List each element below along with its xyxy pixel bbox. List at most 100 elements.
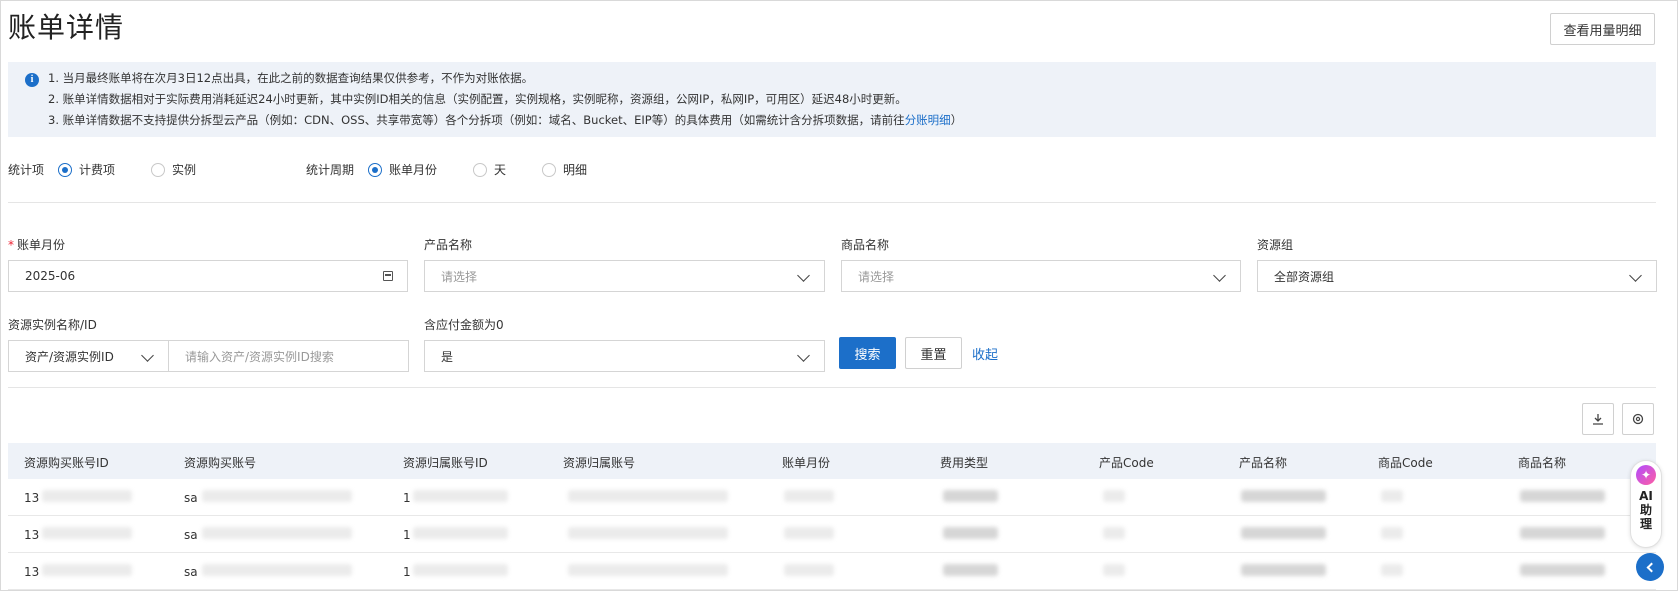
buyer-account-cell: sa: [184, 528, 198, 542]
radio-dot-checked[interactable]: [58, 162, 73, 177]
redacted-text: [1520, 490, 1605, 502]
column-header[interactable]: 资源购买账号ID: [24, 454, 109, 471]
divider: [8, 387, 1656, 388]
calendar-icon[interactable]: [383, 271, 393, 281]
buyer-id-cell: 13: [24, 565, 40, 579]
owner-id-cell: 1: [403, 491, 411, 505]
notice-line-3: 3. 账单详情数据不支持提供分拆型云产品（例如：CDN、OSS、共享带宽等）各个…: [48, 112, 962, 128]
resource-group-select[interactable]: 全部资源组: [1257, 260, 1657, 292]
commodity-name-select[interactable]: 请选择: [841, 260, 1241, 292]
radio-dot-checked[interactable]: [368, 162, 383, 177]
bill-month-picker[interactable]: 2025-06: [8, 260, 408, 292]
stat-item-label: 统计项: [8, 163, 45, 177]
zero-amount-label: 含应付金额为0: [424, 318, 504, 332]
ai-assistant-button[interactable]: ✦ AI助理: [1630, 460, 1662, 548]
redacted-text: [1103, 527, 1125, 539]
column-header[interactable]: 商品名称: [1518, 454, 1566, 471]
table-header: 资源购买账号ID 资源购买账号 资源归属账号ID 资源归属账号 账单月份 费用类…: [8, 443, 1656, 479]
instance-search-input[interactable]: 请输入资产/资源实例ID搜索: [168, 340, 409, 372]
buyer-id-cell: 13: [24, 491, 40, 505]
redacted-text: [1103, 564, 1125, 576]
column-header[interactable]: 商品Code: [1378, 454, 1433, 471]
radio-label: 账单月份: [389, 163, 438, 177]
redacted-text: [1241, 527, 1326, 539]
redacted-text: [1520, 564, 1605, 576]
required-mark: *: [8, 238, 14, 252]
owner-id-cell: 1: [403, 565, 411, 579]
instance-type-select[interactable]: 资产/资源实例ID: [8, 340, 169, 372]
column-header[interactable]: 费用类型: [940, 454, 988, 471]
redacted-text: [202, 527, 352, 539]
collapse-panel-button[interactable]: [1636, 553, 1664, 581]
column-header[interactable]: 资源归属账号: [563, 454, 635, 471]
redacted-text: [1381, 490, 1403, 502]
redacted-text: [784, 490, 834, 502]
redacted-text: [784, 527, 834, 539]
divider: [8, 202, 1656, 203]
collapse-link[interactable]: 收起: [972, 344, 998, 363]
redacted-text: [413, 527, 508, 539]
radio-bill-month[interactable]: 账单月份: [368, 161, 437, 178]
product-name-label: 产品名称: [424, 238, 473, 252]
stat-item-group: 统计项 计费项 实例: [8, 161, 232, 178]
radio-dot[interactable]: [151, 162, 166, 177]
radio-label: 计费项: [79, 163, 116, 177]
table-row[interactable]: 13 sa 1: [8, 553, 1656, 590]
commodity-name-placeholder: 请选择: [858, 269, 895, 284]
redacted-text: [42, 564, 132, 576]
radio-dot[interactable]: [473, 162, 488, 177]
table-row[interactable]: 13 sa 1: [8, 479, 1656, 516]
column-header[interactable]: 产品名称: [1239, 454, 1287, 471]
radio-day[interactable]: 天: [473, 161, 506, 178]
column-header[interactable]: 资源购买账号: [184, 454, 256, 471]
zero-amount-select[interactable]: 是: [424, 340, 825, 372]
notice-box: i 1. 当月最终账单将在次月3日12点出具，在此之前的数据查询结果仅供参考，不…: [8, 62, 1656, 137]
redacted-text: [202, 490, 352, 502]
bill-month-label: * 账单月份: [8, 236, 65, 253]
commodity-name-label: 商品名称: [841, 238, 890, 252]
column-settings-button[interactable]: [1622, 403, 1654, 435]
column-header[interactable]: 产品Code: [1099, 454, 1154, 471]
redacted-text: [1520, 527, 1605, 539]
notice-line-2: 2. 账单详情数据相对于实际费用消耗延迟24小时更新，其中实例ID相关的信息（实…: [48, 92, 907, 106]
download-button[interactable]: [1582, 403, 1614, 435]
radio-instance[interactable]: 实例: [151, 161, 196, 178]
redacted-text: [202, 564, 352, 576]
redacted-text: [413, 490, 508, 502]
bill-table: 资源购买账号ID 资源购买账号 资源归属账号ID 资源归属账号 账单月份 费用类…: [8, 443, 1656, 590]
notice-line-3-end: ）: [950, 113, 963, 127]
redacted-text: [943, 490, 998, 502]
redacted-text: [42, 527, 132, 539]
chevron-down-icon: [797, 349, 810, 362]
radio-dot[interactable]: [542, 162, 557, 177]
redacted-text: [943, 564, 998, 576]
redacted-text: [413, 564, 508, 576]
instance-label: 资源实例名称/ID: [8, 318, 97, 332]
column-header[interactable]: 资源归属账号ID: [403, 454, 488, 471]
product-name-placeholder: 请选择: [441, 269, 478, 284]
page-title: 账单详情: [8, 11, 125, 44]
reset-button[interactable]: 重置: [905, 337, 962, 369]
download-icon: [1593, 414, 1603, 425]
table-row[interactable]: 13 sa 1: [8, 516, 1656, 553]
owner-id-cell: 1: [403, 528, 411, 542]
instance-type-value: 资产/资源实例ID: [25, 349, 114, 364]
info-icon: i: [25, 73, 39, 87]
bill-month-value: 2025-06: [25, 269, 76, 283]
redacted-text: [1381, 527, 1403, 539]
search-button[interactable]: 搜索: [839, 337, 896, 369]
redacted-text: [1103, 490, 1125, 502]
column-header[interactable]: 账单月份: [782, 454, 830, 471]
radio-detail[interactable]: 明细: [542, 161, 587, 178]
buyer-account-cell: sa: [184, 565, 198, 579]
redacted-text: [1381, 564, 1403, 576]
redacted-text: [568, 527, 728, 539]
split-bill-link[interactable]: 分账明细: [905, 113, 951, 127]
buyer-account-cell: sa: [184, 491, 198, 505]
view-usage-detail-button[interactable]: 查看用量明细: [1550, 13, 1655, 45]
radio-label: 明细: [563, 163, 588, 177]
product-name-select[interactable]: 请选择: [424, 260, 825, 292]
notice-line-1: 1. 当月最终账单将在次月3日12点出具，在此之前的数据查询结果仅供参考，不作为…: [48, 71, 534, 85]
radio-label: 天: [494, 163, 507, 177]
radio-billing-item[interactable]: 计费项: [58, 161, 115, 178]
